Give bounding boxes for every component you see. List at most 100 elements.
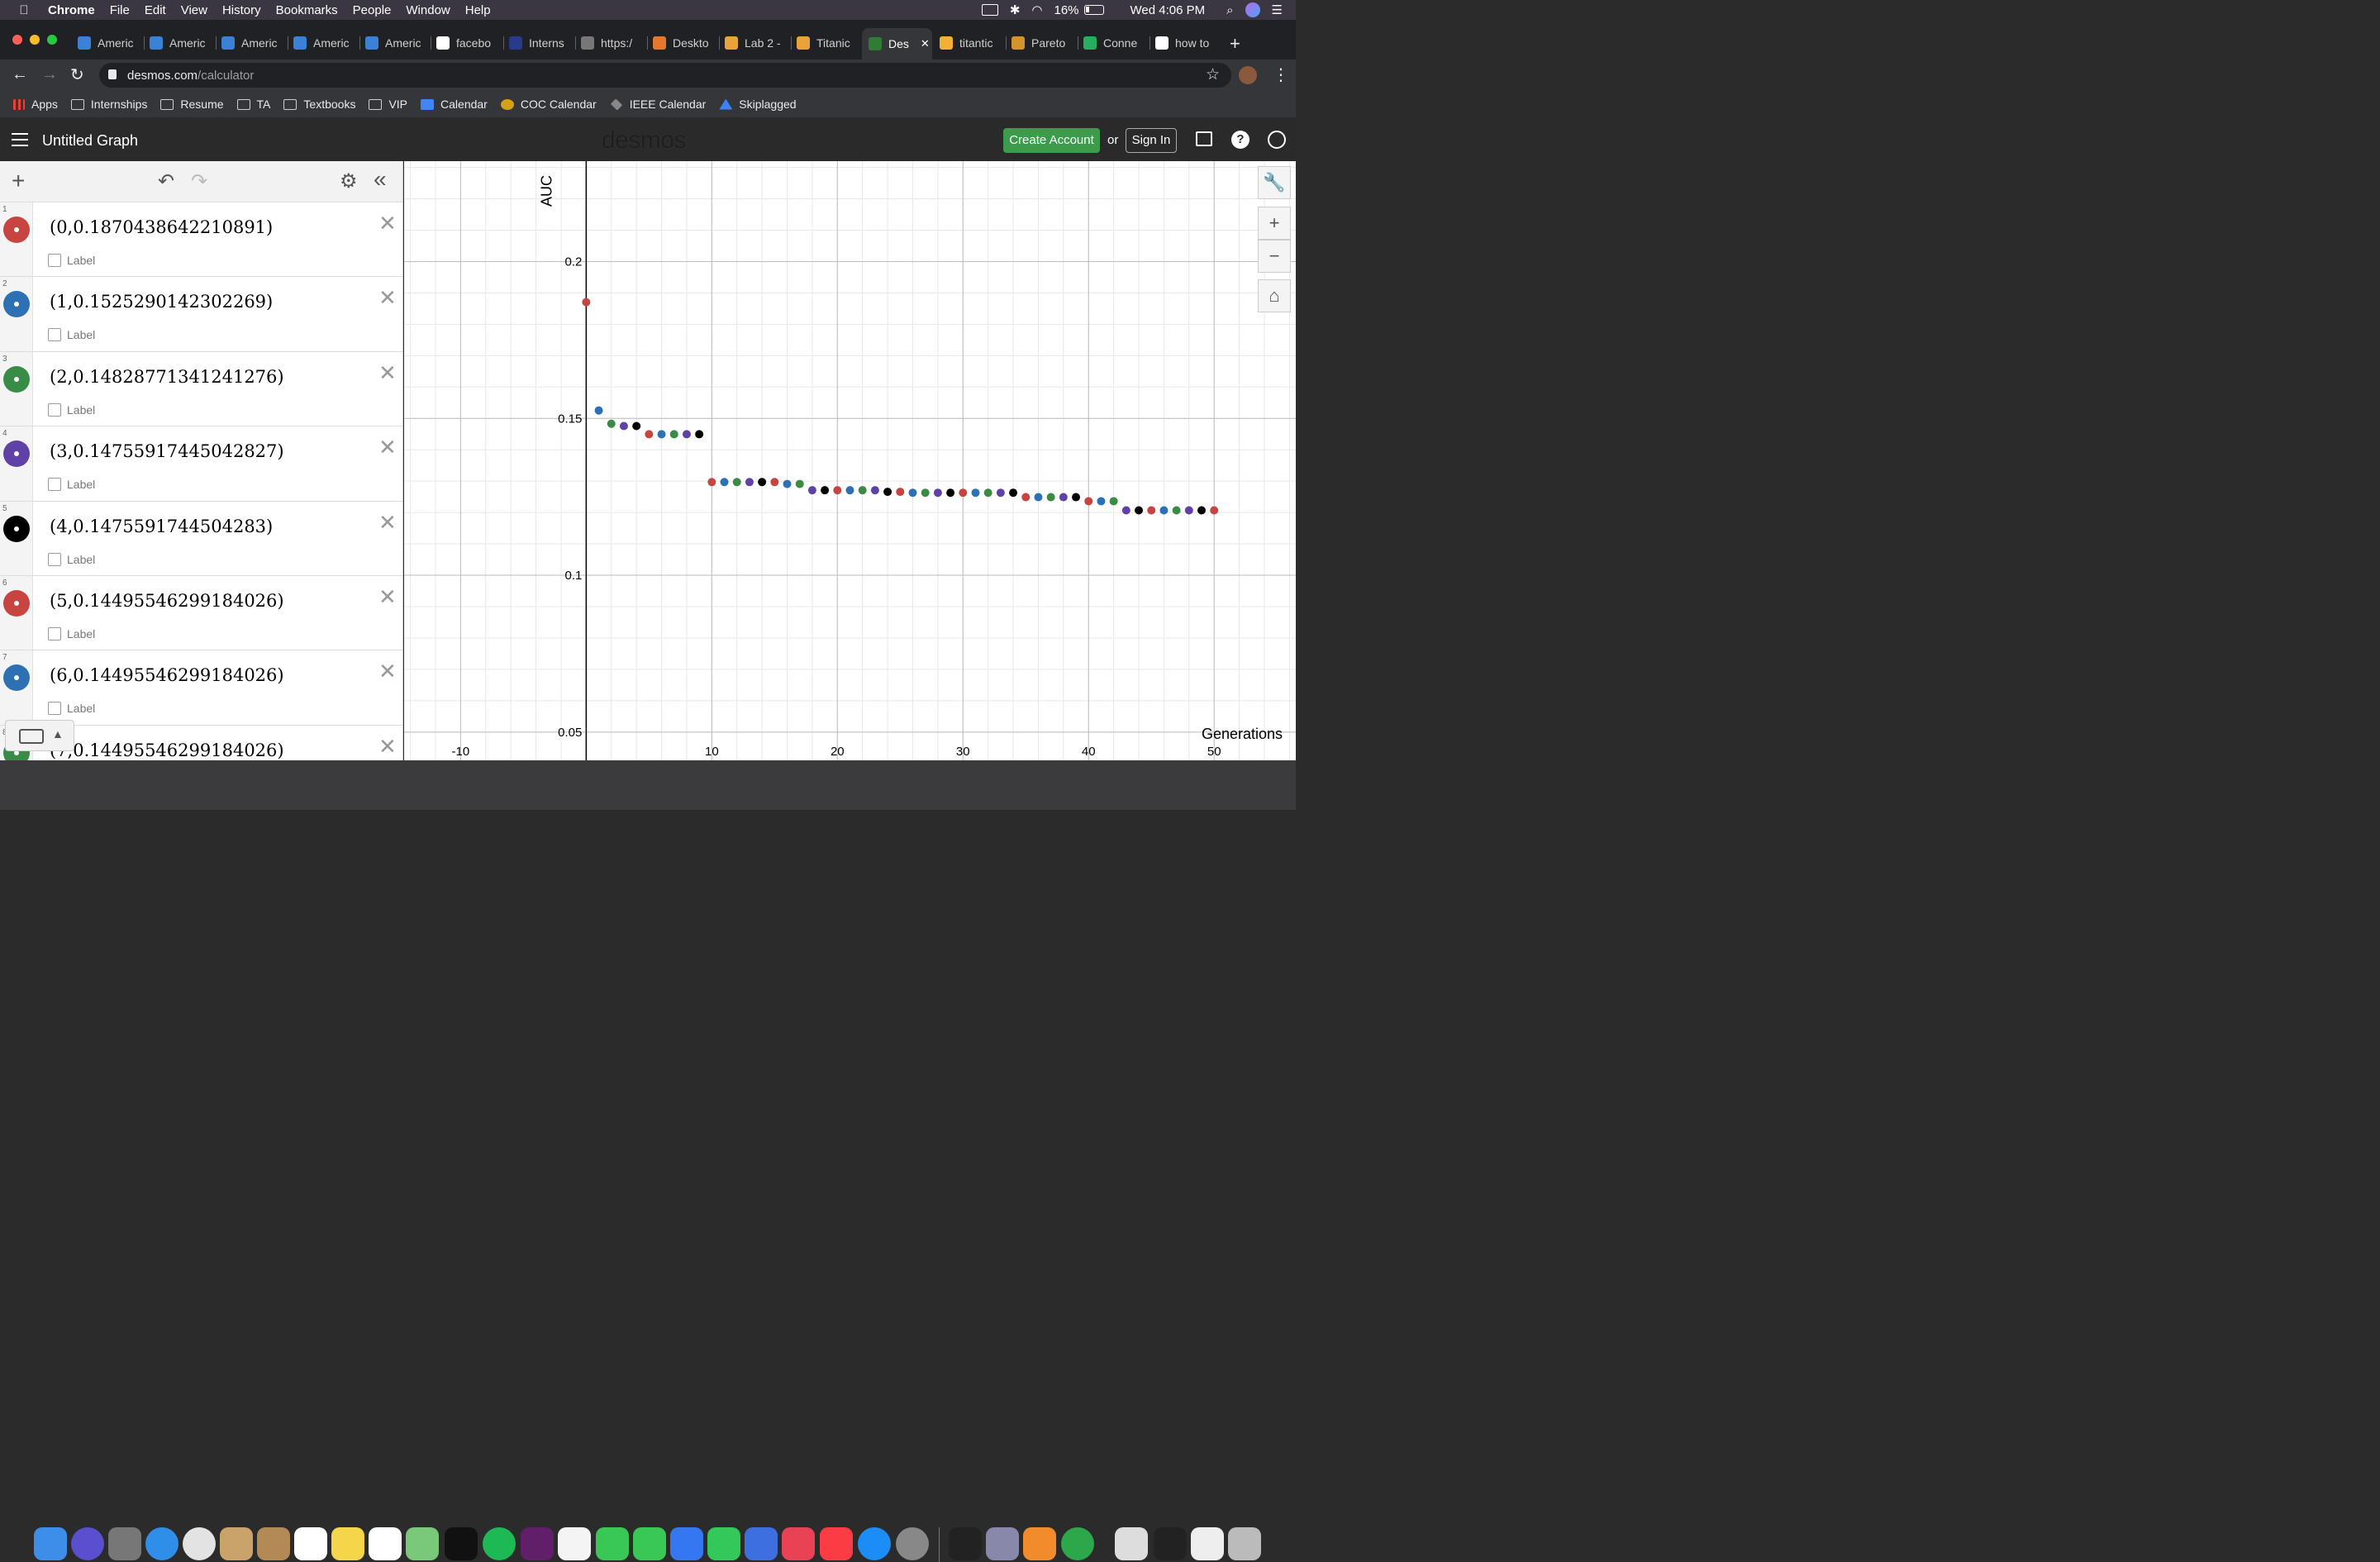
bookmark-9[interactable]: Skiplagged — [719, 98, 797, 111]
data-point[interactable] — [1059, 493, 1068, 502]
messages-icon[interactable] — [596, 1527, 629, 1560]
terminal-icon[interactable] — [949, 1527, 982, 1560]
keynote-icon[interactable] — [670, 1527, 703, 1560]
spotify-icon[interactable] — [483, 1527, 516, 1560]
sign-in-button[interactable]: Sign In — [1126, 128, 1177, 153]
data-point[interactable] — [619, 421, 628, 431]
tab-2[interactable]: Americ — [221, 31, 288, 55]
bookmark-7[interactable]: COC Calendar — [500, 98, 597, 111]
data-point[interactable] — [1046, 493, 1055, 502]
label-toggle[interactable]: Label — [48, 702, 95, 716]
spotlight-search-icon[interactable]: ⌕ — [1226, 3, 1233, 17]
graph-svg[interactable]: -10 10 20 30 40 50 0.05 0.1 0.15 0.2 Generations AU… — [404, 161, 1296, 760]
app-store-icon[interactable] — [858, 1527, 891, 1560]
default-viewport-home-icon[interactable]: ⌂ — [1258, 279, 1291, 312]
expression-row[interactable]: 6 (5,0.14495546299184026) ✕ Label — [0, 575, 402, 651]
data-point[interactable] — [1021, 493, 1031, 502]
data-point[interactable] — [1159, 506, 1169, 515]
data-point[interactable] — [1197, 506, 1207, 515]
notes-icon[interactable] — [331, 1527, 364, 1560]
menu-edit[interactable]: Edit — [145, 3, 166, 17]
tab-7[interactable]: https:/ — [581, 31, 647, 55]
battery-icon[interactable] — [1083, 5, 1104, 15]
settings-gear-icon[interactable]: ⚙ — [340, 169, 358, 193]
expression-math[interactable]: (3,0.14755917445042827) — [50, 441, 284, 461]
zoom-in-button[interactable]: + — [1258, 207, 1291, 240]
menu-file[interactable]: File — [110, 3, 130, 17]
menu-help[interactable]: Help — [465, 3, 491, 17]
facetime-icon[interactable] — [633, 1527, 666, 1560]
data-point[interactable] — [695, 430, 704, 439]
tab-14[interactable]: Conne — [1083, 31, 1150, 55]
notification-center-icon[interactable]: ☰ — [1272, 2, 1283, 17]
help-icon[interactable]: ? — [1231, 131, 1250, 149]
undo-icon[interactable]: ↶ — [158, 169, 174, 193]
add-item-icon[interactable]: + — [12, 168, 25, 194]
data-point[interactable] — [1009, 488, 1018, 498]
delete-expression-icon[interactable]: ✕ — [378, 435, 397, 460]
maps-icon[interactable] — [406, 1527, 439, 1560]
bookmark-8[interactable]: IEEE Calendar — [610, 98, 706, 111]
collapse-list-icon[interactable]: « — [374, 166, 387, 193]
data-point[interactable] — [870, 486, 879, 495]
expression-row[interactable]: 4 (3,0.14755917445042827) ✕ Label — [0, 426, 402, 502]
data-point[interactable] — [896, 488, 905, 497]
expression-math[interactable]: (7,0.14495546299184026) — [50, 741, 284, 760]
expression-row[interactable]: 5 (4,0.1475591744504283) ✕ Label — [0, 501, 402, 576]
bookmark-star-icon[interactable]: ☆ — [1206, 65, 1220, 84]
mail-icon[interactable] — [220, 1527, 253, 1560]
calendar-icon[interactable] — [294, 1527, 327, 1560]
photos-icon[interactable] — [558, 1527, 591, 1560]
redo-icon[interactable]: ↷ — [191, 169, 207, 193]
bookmark-2[interactable]: Resume — [160, 98, 224, 111]
bookmark-1[interactable]: Internships — [70, 98, 147, 111]
delete-expression-icon[interactable]: ✕ — [378, 211, 397, 236]
point-style-icon[interactable] — [3, 291, 30, 318]
menu-history[interactable]: History — [222, 3, 261, 17]
data-point[interactable] — [996, 488, 1005, 498]
hamburger-menu-icon[interactable] — [12, 133, 28, 146]
forward-button[interactable]: → — [41, 65, 58, 84]
language-globe-icon[interactable] — [1268, 131, 1286, 149]
data-point[interactable] — [720, 478, 729, 487]
point-style-icon[interactable] — [3, 515, 30, 542]
siri-icon[interactable] — [71, 1527, 104, 1560]
data-point[interactable] — [732, 478, 741, 487]
data-point[interactable] — [971, 488, 980, 498]
label-checkbox[interactable] — [48, 552, 61, 566]
data-point[interactable] — [959, 488, 968, 498]
expression-math[interactable]: (2,0.14828771341241276) — [50, 367, 284, 387]
expression-math[interactable]: (4,0.1475591744504283) — [50, 517, 273, 536]
data-point[interactable] — [933, 488, 942, 498]
data-point[interactable] — [707, 478, 716, 487]
data-point[interactable] — [607, 419, 616, 428]
data-point[interactable] — [582, 298, 591, 307]
data-point[interactable] — [807, 486, 816, 495]
preview-icon[interactable] — [986, 1527, 1019, 1560]
create-account-button[interactable]: Create Account — [1003, 128, 1100, 153]
data-point[interactable] — [1109, 497, 1118, 506]
music-icon[interactable] — [820, 1527, 853, 1560]
bookmark-0[interactable]: Apps — [13, 98, 58, 111]
chrome-icon[interactable] — [183, 1527, 216, 1560]
bookmark-3[interactable]: TA — [236, 98, 270, 111]
data-point[interactable] — [669, 430, 678, 439]
data-point[interactable] — [883, 488, 892, 497]
data-point[interactable] — [758, 478, 767, 487]
profile-avatar[interactable] — [1239, 66, 1257, 84]
delete-expression-icon[interactable]: ✕ — [378, 659, 397, 684]
data-point[interactable] — [908, 488, 917, 498]
back-button[interactable]: ← — [12, 65, 28, 84]
tab-6[interactable]: Interns — [509, 31, 575, 55]
documents-icon[interactable] — [1115, 1527, 1148, 1560]
user-avatar-icon[interactable] — [1245, 2, 1260, 17]
data-point[interactable] — [921, 488, 930, 498]
point-style-icon[interactable] — [3, 589, 30, 617]
tab-12[interactable]: titantic — [940, 31, 1006, 55]
tab-4[interactable]: Americ — [365, 31, 431, 55]
expression-row[interactable]: 3 (2,0.14828771341241276) ✕ Label — [0, 351, 402, 427]
data-point[interactable] — [1097, 497, 1106, 506]
data-point[interactable] — [1121, 506, 1130, 515]
bookmark-5[interactable]: VIP — [369, 98, 407, 111]
presentation-icon[interactable] — [745, 1527, 778, 1560]
